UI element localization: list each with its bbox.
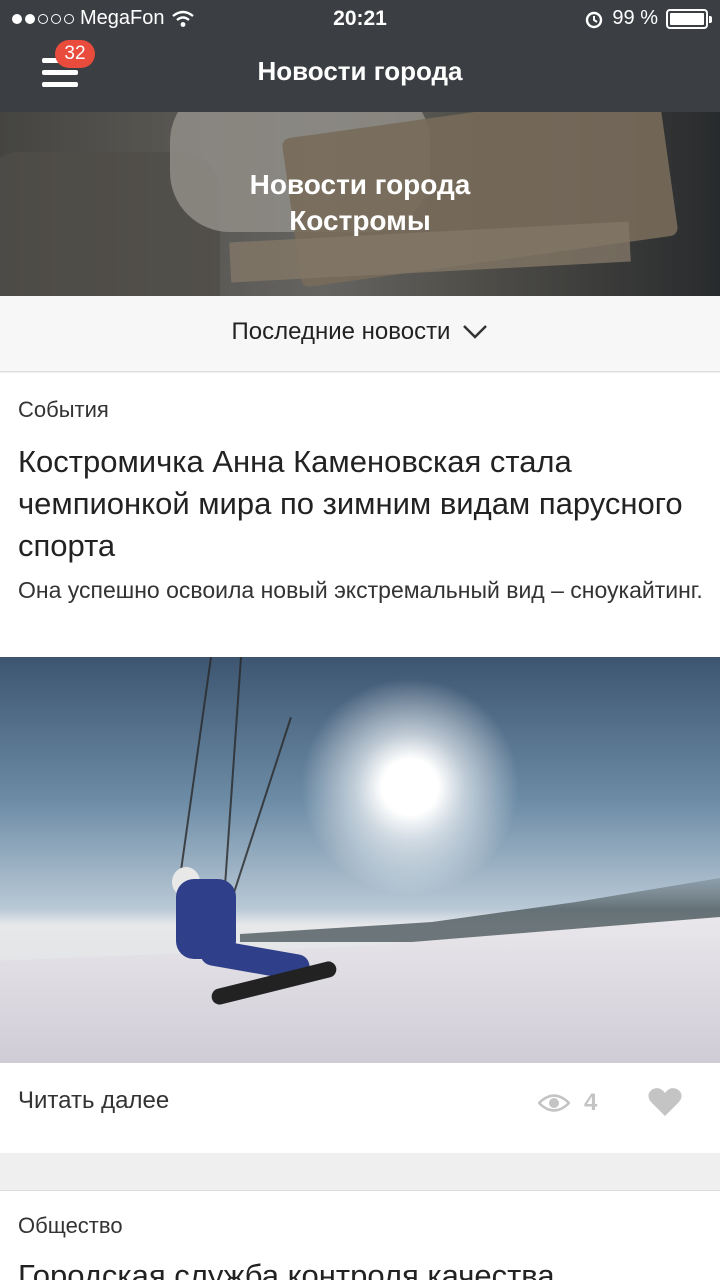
alarm-icon — [586, 11, 603, 28]
battery-percent: 99 % — [612, 7, 658, 29]
article-lede: Она успешно освоила новый экстремальный … — [18, 577, 703, 603]
article-category: Общество — [18, 1213, 123, 1238]
filter-label: Последние новости — [231, 318, 451, 345]
read-more-link[interactable]: Читать далее — [18, 1087, 169, 1115]
card-footer: Читать далее 4 — [0, 1063, 720, 1153]
article-category: События — [18, 397, 109, 422]
news-filter-dropdown[interactable]: Последние новости — [0, 296, 720, 372]
hero-title: Новости города Костромы — [0, 167, 720, 239]
status-right: 99 % — [584, 7, 712, 30]
status-bar: MegaFon 20:21 99 % — [0, 0, 720, 38]
eye-icon — [538, 1094, 570, 1112]
top-bar: MegaFon 20:21 99 % 32 Новости города — [0, 0, 720, 112]
sun — [300, 677, 520, 897]
hero-title-line2: Костромы — [289, 205, 431, 236]
nav-bar: 32 Новости города — [0, 38, 720, 112]
article-headline[interactable]: Городская служба контроля качества — [18, 1255, 702, 1280]
article-headline[interactable]: Костромичка Анна Каменовская стала чемпи… — [18, 441, 702, 567]
view-count-value: 4 — [584, 1089, 598, 1116]
hero-banner: Новости города Костромы — [0, 112, 720, 296]
news-card[interactable]: События Костромичка Анна Каменовская ста… — [0, 373, 720, 1153]
page-title: Новости города — [257, 56, 463, 86]
battery-icon — [666, 8, 712, 29]
article-photo[interactable] — [0, 657, 720, 1063]
view-count: 4 — [538, 1089, 597, 1117]
heart-icon[interactable] — [648, 1087, 682, 1117]
hero-title-line1: Новости города — [249, 169, 471, 200]
news-card[interactable]: Общество Городская служба контроля качес… — [0, 1190, 720, 1280]
chevron-down-icon — [463, 325, 488, 339]
